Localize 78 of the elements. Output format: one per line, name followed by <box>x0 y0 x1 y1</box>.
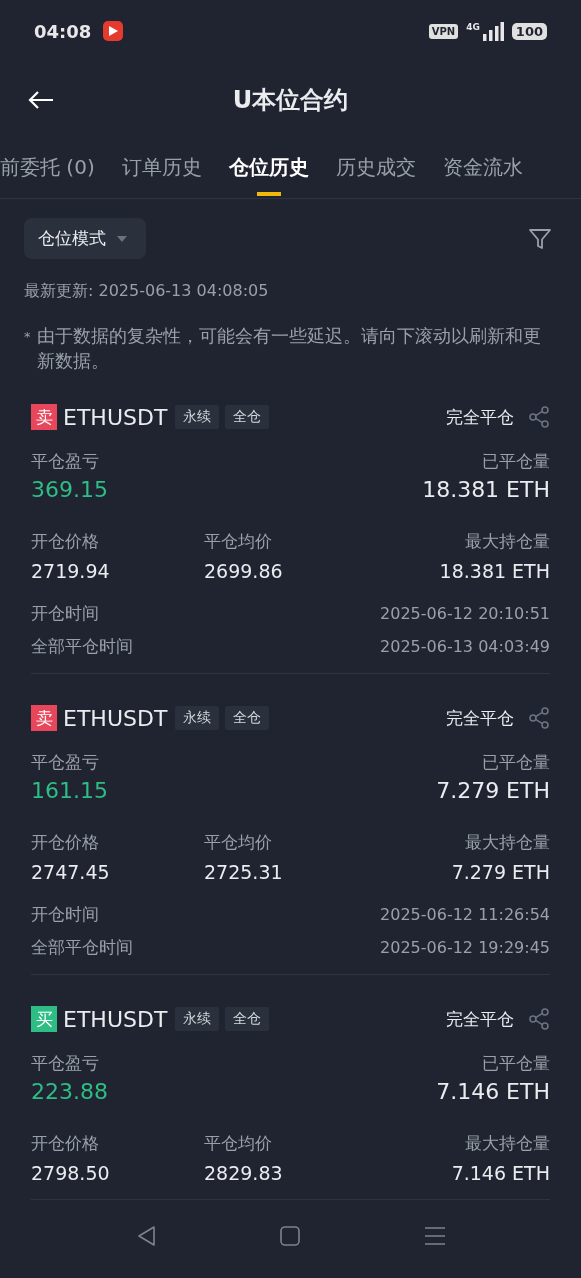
tab[interactable]: 前委托 (0) <box>0 138 95 196</box>
tag: 全仓 <box>225 405 270 429</box>
time-label: 全部平仓时间 <box>31 635 133 658</box>
closed-amount-label: 已平仓量 <box>482 450 550 473</box>
filter-icon[interactable] <box>528 226 552 251</box>
tag: 全仓 <box>225 706 270 730</box>
network-type: 4G <box>466 22 480 32</box>
pnl-value: 223.88 <box>31 1079 108 1104</box>
stat-label: 最大持仓量 <box>465 1132 550 1155</box>
pnl-value: 161.15 <box>31 778 108 803</box>
back-nav-icon[interactable] <box>135 1225 156 1247</box>
stat-value: 18.381 ETH <box>439 560 550 582</box>
side-badge: 买 <box>31 1006 57 1032</box>
closed-amount-value: 7.146 ETH <box>436 1079 550 1104</box>
pnl-label: 平仓盈亏 <box>31 450 100 473</box>
stat-value: 2719.94 <box>31 560 111 582</box>
time-label: 开仓时间 <box>31 903 99 926</box>
time-value: 2025-06-12 11:26:54 <box>380 905 550 924</box>
pnl-value: 369.15 <box>31 477 108 502</box>
time-value: 2025-06-12 20:10:51 <box>380 604 550 623</box>
time-label: 开仓时间 <box>31 602 99 625</box>
side-badge: 卖 <box>31 404 57 430</box>
time-value: 2025-06-13 04:03:49 <box>380 637 550 656</box>
time-label: 全部平仓时间 <box>31 936 133 959</box>
battery-level: 100 <box>511 22 547 40</box>
stat-value: 7.279 ETH <box>451 861 550 883</box>
symbol-name: ETHUSDT <box>63 705 168 731</box>
stat-label: 平仓均价 <box>204 530 273 553</box>
status-text: 完全平仓 <box>446 405 514 429</box>
symbol-name: ETHUSDT <box>63 404 168 430</box>
tab[interactable]: 历史成交 <box>335 138 416 196</box>
tab[interactable]: 资金流水 <box>442 138 523 196</box>
pnl-label: 平仓盈亏 <box>31 1052 100 1075</box>
stat-label: 开仓价格 <box>31 530 100 553</box>
stat-label: 最大持仓量 <box>465 831 550 854</box>
side-badge: 卖 <box>31 705 57 731</box>
stat-value: 2798.50 <box>31 1162 111 1184</box>
signal-icon <box>481 21 504 41</box>
stat-value: 7.146 ETH <box>451 1162 550 1184</box>
time-value: 2025-06-12 19:29:45 <box>380 938 550 957</box>
stat-value: 2747.45 <box>31 861 111 883</box>
tab[interactable]: 仓位历史 <box>228 138 309 196</box>
back-arrow-icon[interactable] <box>28 90 54 110</box>
stat-label: 平仓均价 <box>204 1132 273 1155</box>
stat-label: 平仓均价 <box>204 831 273 854</box>
stat-value: 2725.31 <box>204 861 284 883</box>
vpn-badge: VPN <box>428 23 459 39</box>
mode-dropdown[interactable]: 仓位模式 <box>24 218 146 259</box>
footnote-mark: * <box>24 328 31 346</box>
stat-label: 开仓价格 <box>31 831 100 854</box>
closed-amount-label: 已平仓量 <box>482 751 550 774</box>
page-title: U本位合约 <box>232 85 349 116</box>
share-icon[interactable] <box>528 406 550 428</box>
home-nav-icon[interactable] <box>279 1226 300 1246</box>
share-icon[interactable] <box>528 707 550 729</box>
closed-amount-value: 18.381 ETH <box>422 477 550 502</box>
closed-amount-label: 已平仓量 <box>482 1052 550 1075</box>
stat-label: 开仓价格 <box>31 1132 100 1155</box>
stat-label: 最大持仓量 <box>465 530 550 553</box>
status-text: 完全平仓 <box>446 1007 514 1031</box>
share-icon[interactable] <box>528 1008 550 1030</box>
notice-text: 由于数据的复杂性，可能会有一些延迟。请向下滚动以刷新和更新数据。 <box>36 325 542 373</box>
pnl-label: 平仓盈亏 <box>31 751 100 774</box>
status-text: 完全平仓 <box>446 706 514 730</box>
menu-nav-icon[interactable] <box>423 1226 446 1246</box>
tag: 永续 <box>175 706 220 730</box>
caret-icon <box>116 234 128 243</box>
last-update-text: 最新更新: 2025-06-13 04:08:05 <box>24 281 270 302</box>
tag: 永续 <box>175 1007 220 1031</box>
stat-value: 2699.86 <box>204 560 284 582</box>
symbol-name: ETHUSDT <box>63 1006 168 1032</box>
stat-value: 2829.83 <box>204 1162 284 1184</box>
status-time: 04:08 <box>34 20 92 42</box>
tag: 全仓 <box>225 1007 270 1031</box>
tag: 永续 <box>175 405 220 429</box>
tab[interactable]: 订单历史 <box>121 138 202 196</box>
app-notification-icon <box>103 21 124 41</box>
closed-amount-value: 7.279 ETH <box>436 778 550 803</box>
